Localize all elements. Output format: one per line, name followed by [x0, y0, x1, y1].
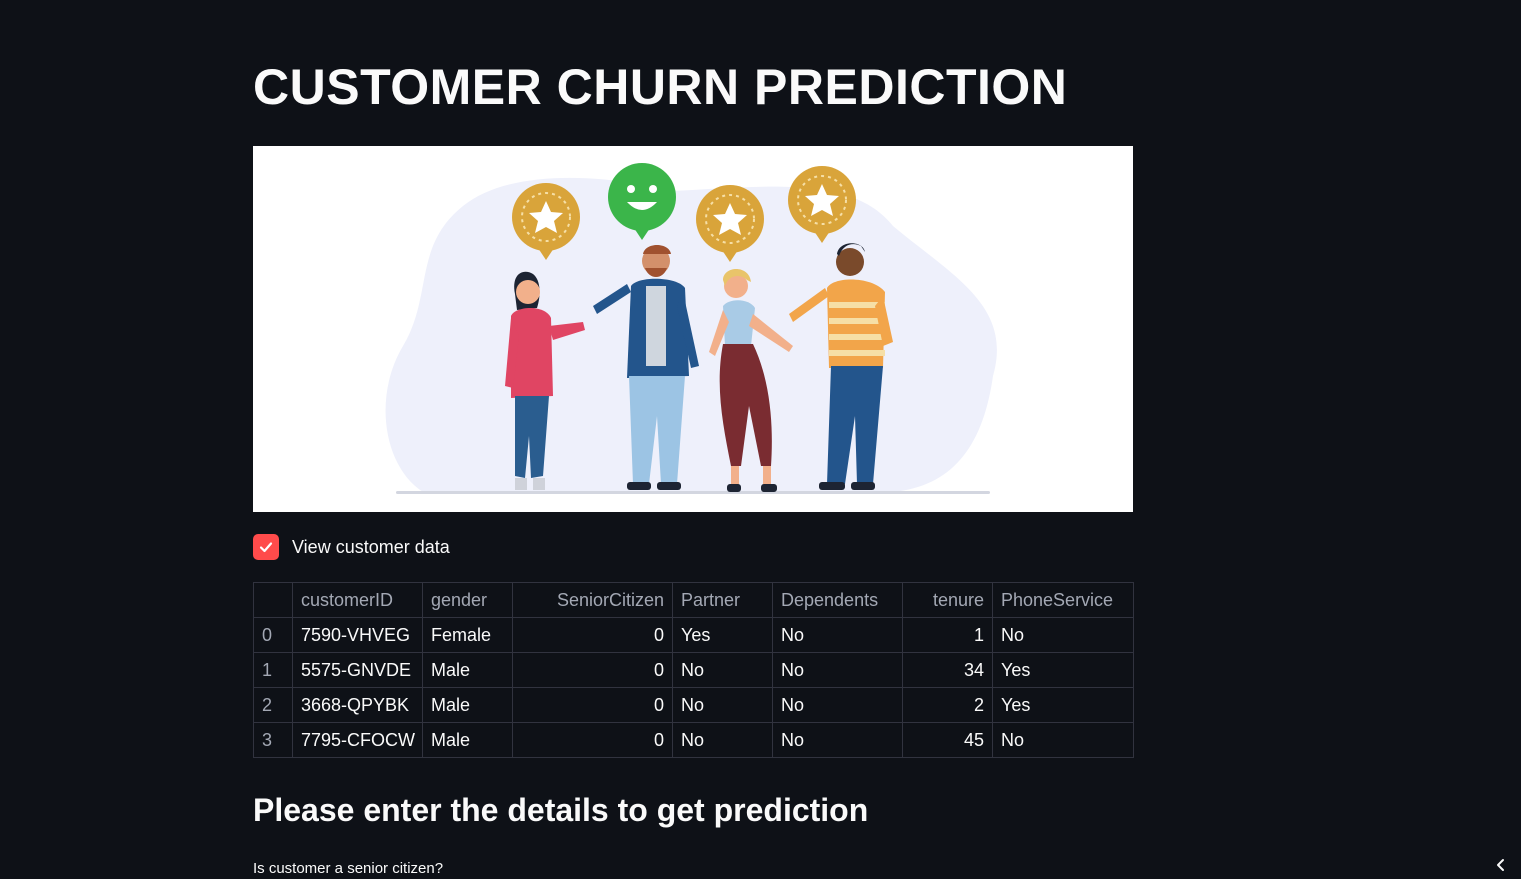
customers-illustration: [385, 163, 997, 494]
cell-partner[interactable]: No: [672, 687, 773, 723]
table-row: 0 7590-VHVEG Female 0 Yes No 1 No: [253, 617, 1134, 653]
table-row: 2 3668-QPYBK Male 0 No No 2 Yes: [253, 687, 1134, 723]
cell-customerid[interactable]: 3668-QPYBK: [292, 687, 423, 723]
checkbox-label: View customer data: [292, 536, 450, 557]
row-index: 3: [253, 722, 293, 758]
cell-gender[interactable]: Male: [422, 722, 513, 758]
column-header-index[interactable]: [253, 582, 293, 618]
cell-tenure[interactable]: 1: [902, 617, 993, 653]
cell-partner[interactable]: No: [672, 722, 773, 758]
column-header-gender[interactable]: gender: [422, 582, 513, 618]
cell-seniorcitizen[interactable]: 0: [512, 687, 673, 723]
column-header-customerid[interactable]: customerID: [292, 582, 423, 618]
page-title: CUSTOMER CHURN PREDICTION: [253, 59, 1068, 115]
cell-gender[interactable]: Male: [422, 687, 513, 723]
table-row: 1 5575-GNVDE Male 0 No No 34 Yes: [253, 652, 1134, 688]
cell-dependents[interactable]: No: [772, 617, 903, 653]
checkbox-checked-icon[interactable]: [253, 534, 279, 560]
row-index: 2: [253, 687, 293, 723]
row-index: 1: [253, 652, 293, 688]
cell-tenure[interactable]: 45: [902, 722, 993, 758]
cell-customerid[interactable]: 7590-VHVEG: [292, 617, 423, 653]
cell-phoneservice[interactable]: Yes: [992, 687, 1134, 723]
cell-partner[interactable]: Yes: [672, 617, 773, 653]
view-customer-data-checkbox[interactable]: View customer data: [253, 533, 450, 561]
cell-customerid[interactable]: 5575-GNVDE: [292, 652, 423, 688]
chevron-left-icon[interactable]: [1492, 856, 1510, 874]
table-row: 3 7795-CFOCW Male 0 No No 45 No: [253, 722, 1134, 758]
cell-phoneservice[interactable]: Yes: [992, 652, 1134, 688]
cell-dependents[interactable]: No: [772, 687, 903, 723]
cell-partner[interactable]: No: [672, 652, 773, 688]
column-header-tenure[interactable]: tenure: [902, 582, 993, 618]
senior-citizen-question-label: Is customer a senior citizen?: [253, 860, 444, 877]
cell-dependents[interactable]: No: [772, 722, 903, 758]
table-header-row: customerID gender SeniorCitizen Partner …: [253, 582, 1134, 618]
column-header-dependents[interactable]: Dependents: [772, 582, 903, 618]
cell-gender[interactable]: Male: [422, 652, 513, 688]
prediction-form-heading: Please enter the details to get predicti…: [253, 792, 869, 828]
cell-dependents[interactable]: No: [772, 652, 903, 688]
customer-data-table: customerID gender SeniorCitizen Partner …: [253, 582, 1134, 758]
cell-tenure[interactable]: 34: [902, 652, 993, 688]
hero-image: [253, 146, 1133, 512]
cell-customerid[interactable]: 7795-CFOCW: [292, 722, 423, 758]
cell-phoneservice[interactable]: No: [992, 722, 1134, 758]
cell-seniorcitizen[interactable]: 0: [512, 722, 673, 758]
column-header-phoneservice[interactable]: PhoneService: [992, 582, 1134, 618]
cell-gender[interactable]: Female: [422, 617, 513, 653]
cell-seniorcitizen[interactable]: 0: [512, 652, 673, 688]
cell-tenure[interactable]: 2: [902, 687, 993, 723]
column-header-partner[interactable]: Partner: [672, 582, 773, 618]
column-header-seniorcitizen[interactable]: SeniorCitizen: [512, 582, 673, 618]
cell-seniorcitizen[interactable]: 0: [512, 617, 673, 653]
row-index: 0: [253, 617, 293, 653]
cell-phoneservice[interactable]: No: [992, 617, 1134, 653]
